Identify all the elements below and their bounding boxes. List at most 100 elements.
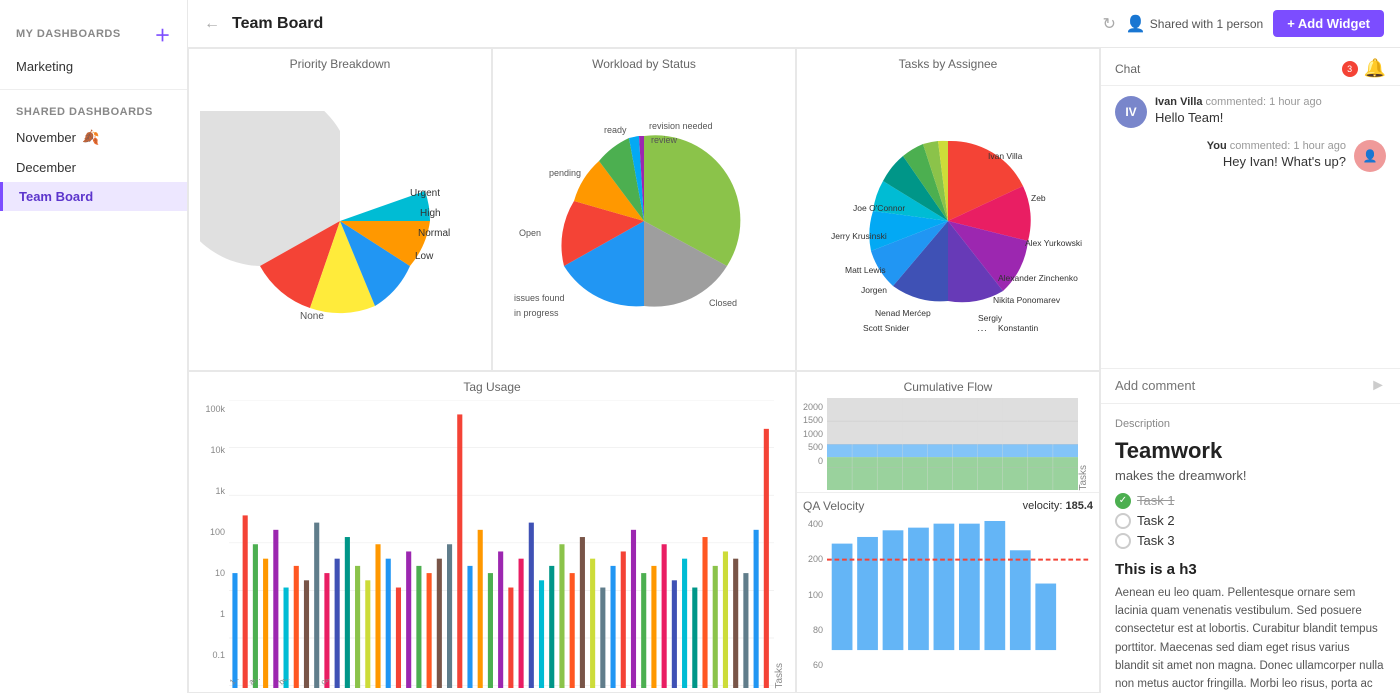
- cumulative-chart-area: 22.Dec 24.Dec 26.Dec 28.Dec 30.Dec 1. Ja…: [827, 398, 1078, 491]
- task-3-check[interactable]: [1115, 533, 1131, 549]
- svg-text:Nikita Ponomarev: Nikita Ponomarev: [993, 295, 1061, 305]
- svg-text:High: High: [420, 208, 441, 219]
- svg-text:Sergiy: Sergiy: [978, 313, 1003, 323]
- sidebar-item-marketing[interactable]: Marketing: [0, 52, 187, 81]
- description-panel: Description Teamwork makes the dreamwork…: [1101, 403, 1400, 693]
- svg-text:Joe O'Connor: Joe O'Connor: [853, 203, 905, 213]
- description-title: Teamwork: [1115, 438, 1386, 464]
- svg-text:Ivan Villa: Ivan Villa: [988, 151, 1023, 161]
- topbar-actions: ↻ 👤 Shared with 1 person + Add Widget: [1102, 10, 1384, 37]
- ivan-avatar: IV: [1115, 96, 1147, 128]
- priority-chart: Urgent High Normal Low None None: [189, 73, 491, 370]
- svg-text:Jorgen: Jorgen: [861, 285, 887, 295]
- svg-text:Low: Low: [415, 251, 434, 262]
- svg-text:Alexander Zinchenko: Alexander Zinchenko: [998, 273, 1078, 283]
- refresh-icon[interactable]: ↻: [1102, 14, 1115, 34]
- description-paragraph1: Aenean eu leo quam. Pellentesque ornare …: [1115, 584, 1386, 693]
- chat-notify-badge: 3: [1342, 61, 1358, 77]
- task-3-label: Task 3: [1137, 533, 1175, 548]
- qa-y-axis: 400 200 100 80 60: [799, 517, 827, 690]
- chat-message-self: 👤 You commented: 1 hour ago Hey Ivan! Wh…: [1115, 140, 1386, 172]
- cumulative-widget: Cumulative Flow 2000 1500 1000 500 0: [796, 371, 1100, 693]
- priority-widget-title: Priority Breakdown: [189, 49, 491, 73]
- my-dashboards-label: MY DASHBOARDS: [16, 28, 121, 40]
- svg-text:revision needed: revision needed: [649, 121, 713, 131]
- description-subtitle: makes the dreamwork!: [1115, 468, 1386, 483]
- priority-widget: Priority Breakdown U: [188, 48, 492, 371]
- page-title: Team Board: [232, 15, 1090, 33]
- svg-text:review: review: [651, 135, 678, 145]
- svg-text:in progress: in progress: [514, 308, 559, 318]
- shared-dashboards-section: SHARED DASHBOARDS: [0, 98, 187, 122]
- cumulative-widget-title: Cumulative Flow: [797, 372, 1099, 396]
- svg-text:Urgent: Urgent: [410, 188, 440, 199]
- task-1-label: Task 1: [1137, 493, 1175, 508]
- cumulative-y-label: Tasks: [1078, 398, 1089, 491]
- chat-message-ivan: IV Ivan Villa commented: 1 hour ago Hell…: [1115, 96, 1386, 128]
- task-item-2: Task 2: [1115, 513, 1386, 529]
- svg-text:pending: pending: [549, 168, 581, 178]
- sidebar-item-team-board[interactable]: Team Board: [0, 182, 187, 211]
- svg-text:ready: ready: [604, 125, 627, 135]
- self-avatar: 👤: [1354, 140, 1386, 172]
- tag-chart-area: 1.0 anyfeat bug bounty canny: [229, 400, 774, 689]
- sidebar-item-december[interactable]: December: [0, 153, 187, 182]
- task-1-check[interactable]: ✓: [1115, 493, 1131, 509]
- add-dashboard-icon[interactable]: ＋: [154, 22, 171, 46]
- svg-text:Nenad Merćep: Nenad Merćep: [875, 308, 931, 318]
- chat-input[interactable]: [1115, 378, 1364, 393]
- svg-text:Scott Snider: Scott Snider: [863, 323, 909, 331]
- assignee-widget-title: Tasks by Assignee: [797, 49, 1099, 73]
- chat-send-icon[interactable]: ►: [1370, 377, 1386, 395]
- qa-velocity-widget: QA Velocity velocity: 185.4 400 200 100 …: [797, 492, 1099, 692]
- assignee-chart: Ivan Villa Zeb Joe O'Connor Alex Yurkows…: [797, 73, 1099, 370]
- chat-settings-icon[interactable]: 🔔: [1364, 58, 1386, 79]
- tag-y-label: Tasks: [774, 400, 785, 689]
- chat-header: Chat 3 🔔: [1101, 48, 1400, 86]
- workload-chart: revision needed review ready pending Ope…: [493, 73, 795, 370]
- chat-messages: IV Ivan Villa commented: 1 hour ago Hell…: [1101, 86, 1400, 368]
- task-item-1: ✓ Task 1: [1115, 493, 1386, 509]
- shared-label: 👤 Shared with 1 person: [1126, 14, 1263, 34]
- back-icon[interactable]: ←: [204, 15, 220, 33]
- task-2-label: Task 2: [1137, 513, 1175, 528]
- svg-text:Wes: Wes: [978, 328, 995, 331]
- tag-usage-widget: Tag Usage 100k 10k 1k 100 10 1 0.1: [188, 371, 796, 693]
- svg-text:Konstantin: Konstantin: [998, 323, 1038, 331]
- sidebar-item-label: Marketing: [16, 59, 73, 74]
- description-label: Description: [1115, 418, 1386, 430]
- self-bubble: You commented: 1 hour ago Hey Ivan! What…: [1115, 140, 1346, 172]
- my-dashboards-section: MY DASHBOARDS ＋: [0, 10, 187, 52]
- svg-text:Jerry Krusinski: Jerry Krusinski: [831, 231, 887, 241]
- workload-widget: Workload by Status: [492, 48, 796, 371]
- svg-text:Closed: Closed: [709, 298, 737, 308]
- tag-usage-title: Tag Usage: [189, 372, 795, 396]
- tag-x-labels: 1.0 anyfeat bug bounty canny: [229, 679, 774, 688]
- description-h3: This is a h3: [1115, 561, 1386, 578]
- qa-velocity-header: QA Velocity velocity: 185.4: [797, 493, 1099, 515]
- add-widget-button[interactable]: + Add Widget: [1273, 10, 1384, 37]
- cumulative-y-axis: 2000 1500 1000 500 0: [799, 398, 827, 491]
- assignee-widget: Tasks by Assignee Iv: [796, 48, 1100, 371]
- qa-chart-area: [827, 517, 1091, 690]
- svg-text:Open: Open: [519, 228, 541, 238]
- topbar: ← Team Board ↻ 👤 Shared with 1 person + …: [188, 0, 1400, 48]
- tag-y-axis: 100k 10k 1k 100 10 1 0.1: [193, 400, 229, 689]
- qa-velocity-value: velocity: 185.4: [1023, 500, 1093, 512]
- chat-input-area: ►: [1101, 368, 1400, 403]
- sidebar-item-november[interactable]: November 🍂: [0, 122, 187, 153]
- svg-text:None: None: [300, 311, 324, 322]
- dashboard-grid: Priority Breakdown U: [188, 48, 1400, 693]
- chat-title: Chat: [1115, 62, 1140, 76]
- ivan-bubble: Ivan Villa commented: 1 hour ago Hello T…: [1155, 96, 1386, 128]
- svg-text:Normal: Normal: [418, 228, 450, 239]
- svg-text:Alex Yurkowski: Alex Yurkowski: [1025, 238, 1082, 248]
- workload-widget-title: Workload by Status: [493, 49, 795, 73]
- task-2-check[interactable]: [1115, 513, 1131, 529]
- svg-text:issues found: issues found: [514, 293, 565, 303]
- svg-text:Matt Lewis: Matt Lewis: [845, 265, 886, 275]
- sidebar: MY DASHBOARDS ＋ Marketing SHARED DASHBOA…: [0, 0, 188, 693]
- main-content: ← Team Board ↻ 👤 Shared with 1 person + …: [188, 0, 1400, 693]
- chat-widget: Chat 3 🔔 IV Ivan Villa commented: 1 hour…: [1100, 48, 1400, 693]
- svg-text:Zeb: Zeb: [1031, 193, 1046, 203]
